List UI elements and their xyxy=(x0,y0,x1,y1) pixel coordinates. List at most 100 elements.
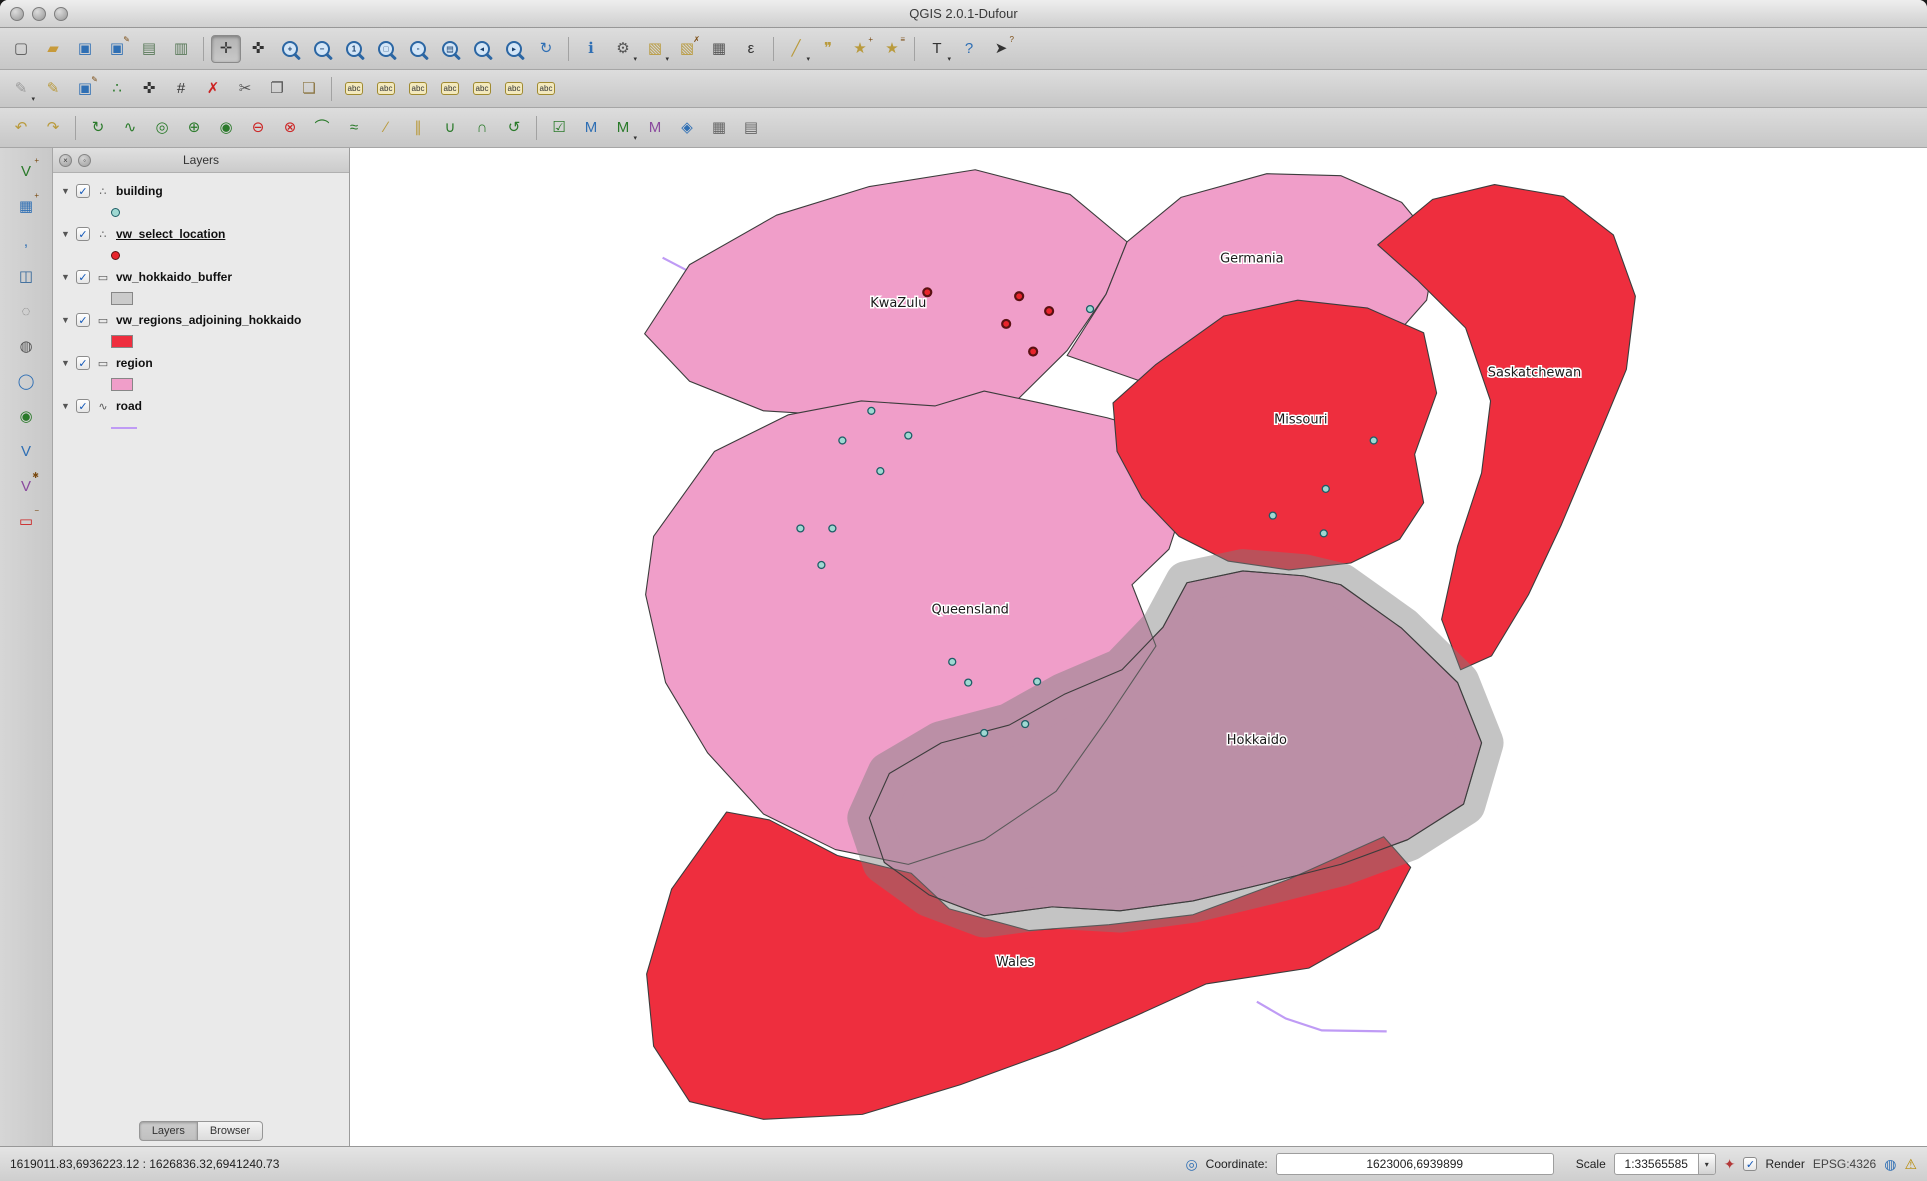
move-label-button[interactable]: abc xyxy=(435,75,465,103)
open-attribute-table-button[interactable]: ▦ xyxy=(704,35,734,63)
layer-name[interactable]: vw_regions_adjoining_hokkaido xyxy=(116,313,301,327)
add-spatialite-layer-button[interactable]: ◌ xyxy=(11,296,41,326)
zoom-in-button[interactable]: + xyxy=(275,35,305,63)
expand-arrow-icon[interactable]: ▼ xyxy=(61,401,71,411)
simplify-feature-button[interactable]: ∿ xyxy=(115,114,145,142)
new-project-button[interactable]: ▢ xyxy=(6,35,36,63)
select-features-button[interactable]: ▧▾ xyxy=(640,35,670,63)
render-checkbox[interactable]: ✓ xyxy=(1743,1157,1757,1171)
run-feature-action-dropdown-icon[interactable]: ▾ xyxy=(633,55,637,63)
close-button[interactable] xyxy=(10,7,24,21)
building-symbol-swatch[interactable] xyxy=(111,208,120,217)
expand-arrow-icon[interactable]: ▼ xyxy=(61,315,71,325)
vw_regions_adjoining_hokkaido-symbol-swatch[interactable] xyxy=(111,335,133,348)
coordinate-input[interactable]: 1623006,6939899 xyxy=(1276,1153,1554,1175)
layer-visibility-checkbox[interactable]: ✓ xyxy=(76,184,90,198)
delete-part-button[interactable]: ⊗ xyxy=(275,114,305,142)
node-tool-button[interactable]: # xyxy=(166,75,196,103)
redo-button[interactable]: ↷ xyxy=(38,114,68,142)
cut-features-button[interactable]: ✂ xyxy=(230,75,260,103)
stop-render-icon[interactable]: ✦ xyxy=(1724,1157,1736,1171)
log-messages-icon[interactable]: ⚠ xyxy=(1904,1157,1917,1171)
copy-features-button[interactable]: ❐ xyxy=(262,75,292,103)
add-delimited-text-layer-button[interactable]: , xyxy=(11,226,41,256)
add-wfs-layer-button[interactable]: V xyxy=(11,436,41,466)
map-tool-m1-button[interactable]: M xyxy=(576,114,606,142)
identify-features-button[interactable]: ℹ xyxy=(576,35,606,63)
add-part-button[interactable]: ⊕ xyxy=(179,114,209,142)
scale-combo[interactable]: 1:33565585 ▾ xyxy=(1614,1153,1716,1175)
change-label-properties-button[interactable]: abc xyxy=(531,75,561,103)
expand-arrow-icon[interactable]: ▼ xyxy=(61,229,71,239)
layer-row-vw_select_location[interactable]: ▼✓∴vw_select_location xyxy=(53,222,349,246)
layer-name[interactable]: road xyxy=(116,399,142,413)
merge-attributes-button[interactable]: ∩ xyxy=(467,114,497,142)
select-features-dropdown-icon[interactable]: ▾ xyxy=(665,55,669,63)
add-raster-layer-button[interactable]: ▦+ xyxy=(11,191,41,221)
map-tips-button[interactable]: ❞ xyxy=(813,35,843,63)
open-project-button[interactable]: ▰ xyxy=(38,35,68,63)
grid-plugin-button[interactable]: ▦ xyxy=(704,114,734,142)
panel-float-icon[interactable]: ◦ xyxy=(78,154,91,167)
crs-status-icon[interactable]: ◍ xyxy=(1884,1157,1896,1171)
new-shapefile-layer-button[interactable]: V✱ xyxy=(11,471,41,501)
map-tool-m3-button[interactable]: M xyxy=(640,114,670,142)
highlight-pinned-labels-button[interactable]: abc xyxy=(403,75,433,103)
rotate-feature-button[interactable]: ↻ xyxy=(83,114,113,142)
merge-features-button[interactable]: ∪ xyxy=(435,114,465,142)
toggle-editing-button[interactable]: ✎ xyxy=(38,75,68,103)
undo-button[interactable]: ↶ xyxy=(6,114,36,142)
help-contents-button[interactable]: ? xyxy=(954,35,984,63)
pan-map-button[interactable]: ✛ xyxy=(211,35,241,63)
zoom-out-button[interactable]: − xyxy=(307,35,337,63)
zoom-to-selection-button[interactable]: ▫ xyxy=(403,35,433,63)
composer-manager-button[interactable]: ▥ xyxy=(166,35,196,63)
layer-row-building[interactable]: ▼✓∴building xyxy=(53,179,349,203)
measure-button[interactable]: ╱▾ xyxy=(781,35,811,63)
map-tool-m2-dropdown-icon[interactable]: ▾ xyxy=(633,134,637,142)
layer-row-region[interactable]: ▼✓▭region xyxy=(53,351,349,375)
offset-curve-button[interactable]: ≈ xyxy=(339,114,369,142)
layer-name[interactable]: region xyxy=(116,356,153,370)
zoom-to-layer-button[interactable]: ▤ xyxy=(435,35,465,63)
deselect-features-button[interactable]: ▧✗ xyxy=(672,35,702,63)
layer-row-vw_regions_adjoining_hokkaido[interactable]: ▼✓▭vw_regions_adjoining_hokkaido xyxy=(53,308,349,332)
layer-row-vw_hokkaido_buffer[interactable]: ▼✓▭vw_hokkaido_buffer xyxy=(53,265,349,289)
minimize-button[interactable] xyxy=(32,7,46,21)
region-symbol-swatch[interactable] xyxy=(111,378,133,391)
new-bookmark-button[interactable]: ★+ xyxy=(845,35,875,63)
zoom-next-button[interactable]: ▸ xyxy=(499,35,529,63)
refresh-map-button[interactable]: ↻ xyxy=(531,35,561,63)
vw_select_location-symbol-swatch[interactable] xyxy=(111,251,120,260)
vw_hokkaido_buffer-symbol-swatch[interactable] xyxy=(111,292,133,305)
layer-visibility-checkbox[interactable]: ✓ xyxy=(76,399,90,413)
add-mssql-layer-button[interactable]: ◍ xyxy=(11,331,41,361)
table-plugin-button[interactable]: ▤ xyxy=(736,114,766,142)
globe-plugin-button[interactable]: ◈ xyxy=(672,114,702,142)
mouse-position-icon[interactable]: ◎ xyxy=(1185,1157,1197,1171)
expand-arrow-icon[interactable]: ▼ xyxy=(61,186,71,196)
rotate-label-button[interactable]: abc xyxy=(467,75,497,103)
layer-visibility-checkbox[interactable]: ✓ xyxy=(76,313,90,327)
expand-arrow-icon[interactable]: ▼ xyxy=(61,358,71,368)
new-print-composer-button[interactable]: ▤ xyxy=(134,35,164,63)
pan-to-selection-button[interactable]: ✜ xyxy=(243,35,273,63)
split-parts-button[interactable]: ∥ xyxy=(403,114,433,142)
save-project-button[interactable]: ▣ xyxy=(70,35,100,63)
zoom-window-button[interactable] xyxy=(54,7,68,21)
add-ring-button[interactable]: ◎ xyxy=(147,114,177,142)
check-geometries-button[interactable]: ☑ xyxy=(544,114,574,142)
fill-ring-button[interactable]: ◉ xyxy=(211,114,241,142)
layer-visibility-checkbox[interactable]: ✓ xyxy=(76,356,90,370)
layer-name[interactable]: vw_select_location xyxy=(116,227,225,241)
zoom-full-button[interactable]: □ xyxy=(371,35,401,63)
panel-tab-browser[interactable]: Browser xyxy=(198,1121,263,1141)
whats-this-button[interactable]: ➤? xyxy=(986,35,1016,63)
move-feature-button[interactable]: ✜ xyxy=(134,75,164,103)
run-feature-action-button[interactable]: ⚙▾ xyxy=(608,35,638,63)
layer-row-road[interactable]: ▼✓∿road xyxy=(53,394,349,418)
show-hide-labels-button[interactable]: abc xyxy=(499,75,529,103)
add-feature-button[interactable]: ∴ xyxy=(102,75,132,103)
save-project-as-button[interactable]: ▣✎ xyxy=(102,35,132,63)
paste-features-button[interactable]: ❏ xyxy=(294,75,324,103)
